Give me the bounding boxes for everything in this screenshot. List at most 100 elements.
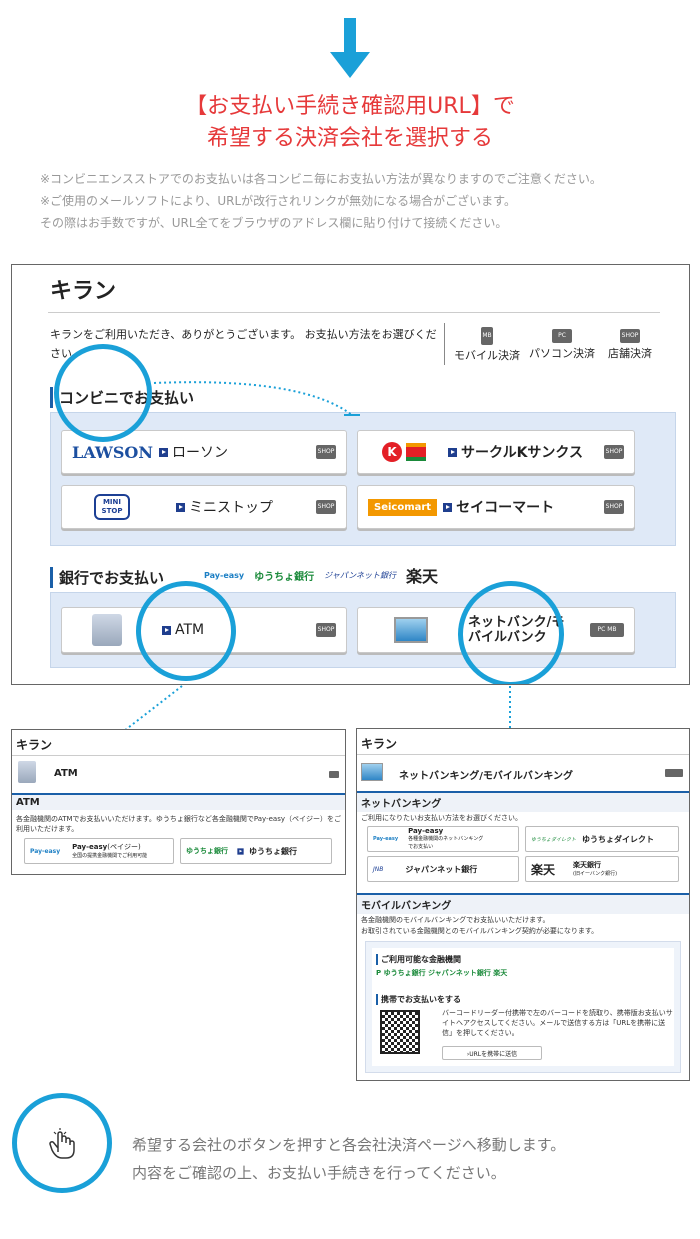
headline-line2: 希望する決済会社を選択する	[206, 126, 493, 151]
shop-icon: SHOP	[604, 500, 624, 514]
mode-label: パソコン決済	[529, 347, 595, 360]
netbank-window-title: キラン	[361, 737, 398, 751]
payeasy-net-label-text: Pay-easy	[408, 826, 444, 835]
seicomart-logo: Seicomart	[368, 498, 438, 516]
ministop-label: ミニストップ	[189, 500, 273, 516]
lawson-label: ローソン	[171, 445, 228, 461]
arrow-icon	[158, 447, 168, 457]
shop-icon: SHOP	[316, 445, 336, 459]
payeasy-sub: (ペイジー)	[107, 842, 141, 851]
dotted-connector	[153, 381, 360, 416]
arrow-icon	[176, 502, 185, 512]
atm-window-title: キラン	[16, 738, 53, 752]
shop-icon	[329, 771, 339, 778]
netbank-window-heading: ネットバンキング/モバイルバンキング	[399, 771, 574, 782]
arrow-icon	[448, 447, 457, 457]
atm-desc: 各金融機関のATMでお支払いいただけます。ゆうちょ銀行など各金融機関でPay-e…	[16, 815, 341, 833]
payeasy-label-text: Pay-easy	[72, 842, 108, 851]
rakuten-label-text: 楽天銀行	[573, 860, 602, 869]
divider	[48, 312, 660, 313]
pc-icon: PC	[552, 329, 572, 343]
divider	[357, 754, 689, 755]
atm-machine-icon	[18, 761, 36, 783]
headline-line1: 【お支払い手続き確認用URL】で	[185, 94, 515, 119]
payeasy-net-label: Pay-easy 各種金融機関のネットバンキングでお支払い	[408, 826, 488, 851]
shop-icon: SHOP	[316, 500, 336, 514]
circlek-logo: K	[382, 442, 402, 462]
payeasy-logo: Pay-easy	[204, 570, 245, 580]
shop-icon: SHOP	[620, 329, 640, 343]
note-3: その際はお手数ですが、URL全てをブラウザのアドレス欄に貼り付けて接続ください。	[40, 216, 508, 230]
qr-code-icon	[380, 1010, 420, 1054]
circlek-button[interactable]: K サークルKサンクス SHOP	[357, 430, 635, 474]
mobile-desc: バーコードリーダー付携帯で左のバーコードを読取り、携帯版お支払いサイトへアクセス…	[442, 1009, 673, 1037]
divider	[12, 755, 345, 756]
highlight-circle	[458, 581, 564, 684]
send-url-button[interactable]: ›URLを携帯に送信	[442, 1046, 542, 1060]
hand-pointer-icon	[49, 1128, 75, 1159]
jnb-logo: JNB	[373, 865, 384, 873]
pc-mb-icon: PC MB	[590, 623, 624, 637]
yucho-logo: ゆうちょ銀行	[254, 571, 315, 583]
monitor-icon	[394, 617, 428, 643]
atm-section-header: ATM	[12, 793, 345, 810]
mobilebank-desc-2: お取引されている金融機関とのモバイルバンキング契約が必要になります。	[361, 927, 599, 935]
payeasy-net-sub: 各種金融機関のネットバンキングでお支払い	[408, 835, 484, 850]
mode-mobile[interactable]: MB モバイル決済	[454, 327, 520, 363]
netbank-window: キラン ネットバンキング/モバイルバンキング ネットバンキング ご利用になりたい…	[356, 728, 690, 1081]
mode-shop[interactable]: SHOP 店舗決済	[602, 327, 658, 361]
shop-icon: SHOP	[604, 445, 624, 459]
yucho-direct-label: ゆうちょダイレクト	[582, 834, 655, 844]
ministop-logo: MINI STOP	[94, 494, 130, 520]
mobile-title: 携帯でお支払いをする	[376, 994, 461, 1005]
lawson-logo: LAWSON	[72, 442, 153, 462]
footer-line2: 内容をご確認の上、お支払い手続きを行ってください。	[132, 1164, 506, 1182]
payeasy-button[interactable]: Pay-easy Pay-easy(ペイジー) 全国の提携金融機関でご利用可能	[24, 838, 174, 864]
payeasy-desc: 全国の提携金融機関でご利用可能	[72, 852, 148, 859]
jnb-logo: ジャパンネット銀行	[324, 570, 396, 580]
netbank-desc: ご利用になりたいお支払い方法をお選びください。	[361, 814, 522, 822]
rakuten-logo: 楽天	[531, 862, 556, 877]
atm-machine-icon	[92, 614, 122, 646]
bank-logos: Pay-easy ゆうちょ銀行 ジャパンネット銀行 楽天	[204, 563, 438, 587]
mobile-icon: MB	[481, 327, 493, 345]
arrow-icon	[237, 847, 244, 855]
atm-window-heading: ATM	[54, 768, 78, 779]
pc-mb-icon	[665, 769, 683, 777]
circlek-label: サークルKサンクス	[461, 445, 584, 461]
payeasy-label: Pay-easy(ペイジー) 全国の提携金融機関でご利用可能	[72, 843, 150, 860]
down-arrow-icon	[330, 18, 370, 78]
conv-panel: LAWSON ローソン SHOP K サークルKサンクス SHOP MINI S…	[50, 412, 676, 546]
avail-logos: P ゆうちょ銀行 ジャパンネット銀行 楽天	[376, 969, 508, 977]
divider	[444, 323, 445, 365]
yucho-direct-button[interactable]: ゆうちょダイレクト ゆうちょダイレクト	[525, 826, 679, 852]
mode-label: 店舗決済	[608, 347, 652, 360]
netbank-section-header: ネットバンキング	[357, 791, 689, 812]
rakuten-button[interactable]: 楽天 楽天銀行 (旧イーバンク銀行)	[525, 856, 679, 882]
arrow-icon	[443, 502, 453, 512]
atm-window: キラン ATM ATM 各金融機関のATMでお支払いいただけます。ゆうちょ銀行な…	[11, 729, 346, 875]
yucho-direct-logo: ゆうちょダイレクト	[531, 836, 577, 843]
jnb-button[interactable]: JNB ジャパンネット銀行	[367, 856, 519, 882]
yucho-logo: ゆうちょ銀行	[186, 847, 228, 855]
note-2: ※ご使用のメールソフトにより、URLが改行されリンクが無効になる場合がございます…	[40, 194, 516, 208]
payeasy-net-button[interactable]: Pay-easy Pay-easy 各種金融機関のネットバンキングでお支払い	[367, 826, 519, 852]
jnb-label: ジャパンネット銀行	[405, 864, 478, 874]
mobile-panel: ご利用可能な金融機関 P ゆうちょ銀行 ジャパンネット銀行 楽天 携帯でお支払い…	[365, 941, 681, 1073]
ministop-button[interactable]: MINI STOP ミニストップ SHOP	[61, 485, 347, 529]
yucho-label: ゆうちょ銀行	[249, 846, 297, 856]
footer-line1: 希望する会社のボタンを押すと各会社決済ページへ移動します。	[132, 1136, 566, 1154]
note-1: ※コンビニエンスストアでのお支払いは各コンビニ毎にお支払い方法が異なりますのでご…	[40, 172, 602, 186]
sunkus-logo-icon	[406, 443, 426, 461]
main-title: キラン	[50, 279, 117, 304]
highlight-circle	[54, 344, 152, 442]
payeasy-logo: Pay-easy	[373, 836, 399, 842]
seicomart-button[interactable]: Seicomart セイコーマート SHOP	[357, 485, 635, 529]
mode-pc[interactable]: PC パソコン決済	[526, 327, 598, 361]
rakuten-logo: 楽天	[405, 567, 438, 586]
seicomart-label: セイコーマート	[456, 500, 555, 516]
shop-icon: SHOP	[316, 623, 336, 637]
highlight-circle	[136, 581, 236, 681]
yucho-button[interactable]: ゆうちょ銀行 ゆうちょ銀行	[180, 838, 332, 864]
mobilebank-section-header: モバイルバンキング	[357, 893, 689, 914]
